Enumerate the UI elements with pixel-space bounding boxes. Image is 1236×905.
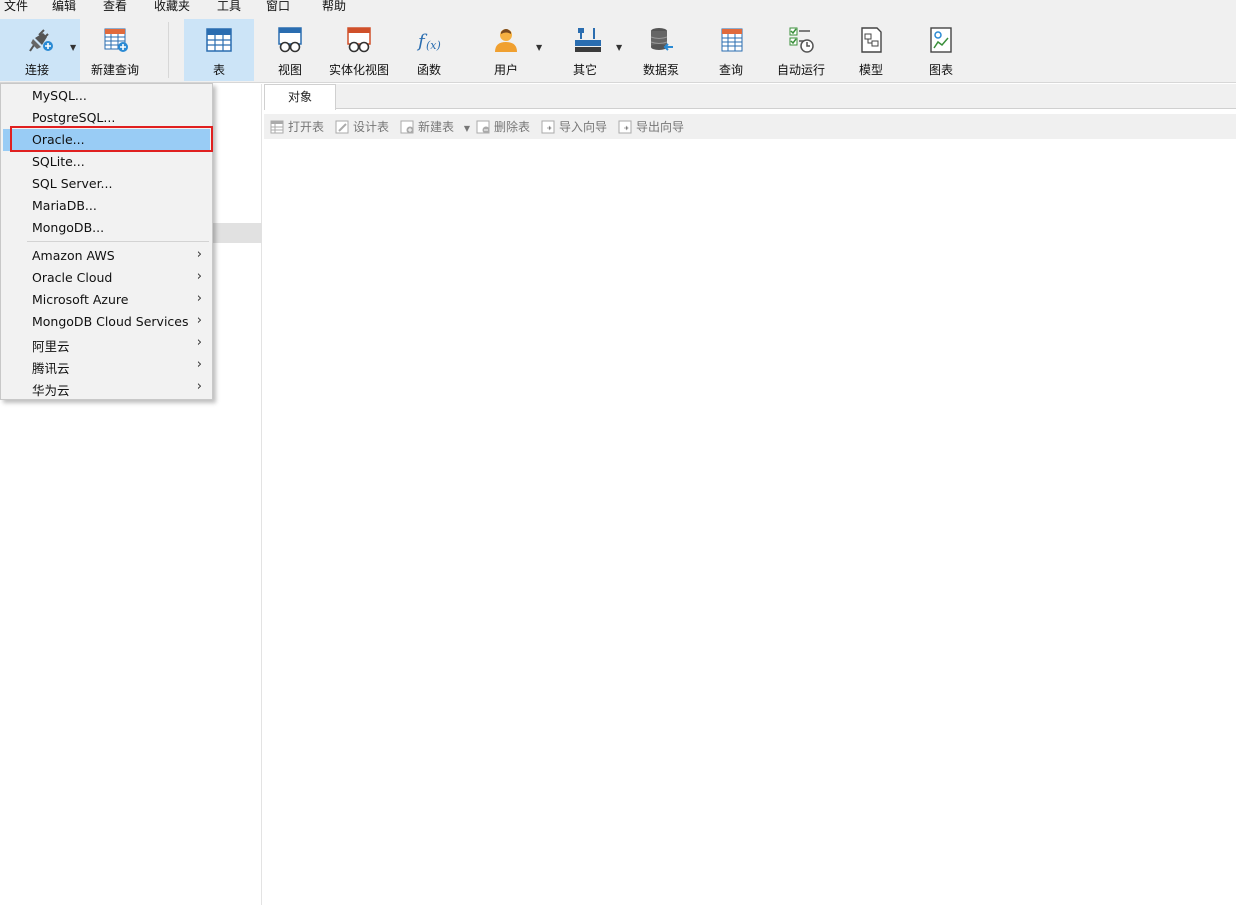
new-query-icon (104, 28, 128, 52)
model-label: 模型 (858, 63, 883, 77)
submenu-arrow-icon: › (196, 247, 202, 262)
table-label: 表 (212, 63, 225, 77)
function-icon: f (x) (416, 31, 441, 52)
plug-icon (29, 29, 53, 52)
datapump-button[interactable]: 数据泵 (638, 19, 684, 81)
menu-window[interactable]: 窗口 (266, 0, 290, 14)
toolbar-separator (168, 22, 169, 78)
delete-table-label: 删除表 (494, 120, 531, 134)
design-table-button[interactable]: 设计表 (335, 118, 389, 136)
user-dropdown-icon[interactable]: ▼ (536, 43, 542, 52)
menu-item-mongodb[interactable]: MongoDB... (3, 217, 210, 239)
new-table-icon (400, 120, 414, 134)
submenu-arrow-icon: › (196, 357, 202, 372)
delete-table-button[interactable]: 删除表 (476, 118, 530, 136)
export-wizard-button[interactable]: 导出向导 (618, 118, 684, 136)
tab-strip: 对象 (264, 84, 1236, 110)
menu-item-amazon-aws[interactable]: Amazon AWS › (3, 245, 210, 267)
menu-item-mysql[interactable]: MySQL... (3, 85, 210, 107)
export-wizard-label: 导出向导 (636, 120, 685, 134)
other-dropdown-icon[interactable]: ▼ (616, 43, 622, 52)
import-wizard-icon (541, 120, 555, 134)
menu-item-mongodb-cloud[interactable]: MongoDB Cloud Services › (3, 311, 210, 333)
view-button[interactable]: 视图 (262, 19, 318, 81)
new-table-label: 新建表 (418, 120, 455, 134)
delete-table-icon (476, 120, 490, 134)
connect-dropdown-icon[interactable]: ▼ (70, 43, 76, 52)
import-wizard-label: 导入向导 (559, 120, 608, 134)
menu-item-sqlite[interactable]: SQLite... (3, 151, 210, 173)
menu-item-oracle-cloud[interactable]: Oracle Cloud › (3, 267, 210, 289)
table-icon (206, 28, 232, 52)
view-icon (278, 27, 302, 53)
chart-icon (930, 27, 952, 53)
menu-bar: 文件 编辑 查看 收藏夹 工具 窗口 帮助 (0, 0, 1236, 14)
automation-button[interactable]: 自动运行 (774, 19, 828, 81)
other-button[interactable]: ▼ 其它 (562, 19, 628, 81)
connect-button[interactable]: ▼ 连接 (0, 19, 80, 81)
automation-label: 自动运行 (776, 63, 825, 77)
menu-item-aliyun[interactable]: 阿里云 › (3, 333, 210, 355)
model-icon (861, 27, 882, 53)
datapump-label: 数据泵 (642, 63, 679, 77)
function-button[interactable]: f (x) 函数 (402, 19, 456, 81)
materialized-view-button[interactable]: 实体化视图 (326, 19, 392, 81)
menu-separator (27, 241, 209, 242)
database-pump-icon (650, 28, 673, 51)
new-query-label: 新建查询 (90, 63, 139, 77)
user-label: 用户 (493, 63, 518, 77)
menu-file[interactable]: 文件 (4, 0, 28, 14)
object-content-area[interactable] (264, 139, 1236, 905)
new-table-button[interactable]: 新建表 ▼ (400, 118, 470, 136)
query-icon (721, 28, 743, 52)
submenu-arrow-icon: › (196, 269, 202, 284)
table-button[interactable]: 表 (184, 19, 254, 81)
menu-tools[interactable]: 工具 (217, 0, 241, 14)
model-button[interactable]: 模型 (848, 19, 894, 81)
chart-label: 图表 (928, 63, 953, 77)
menu-item-sqlserver[interactable]: SQL Server... (3, 173, 210, 195)
submenu-arrow-icon: › (196, 379, 202, 394)
materialized-view-label: 实体化视图 (328, 63, 389, 77)
other-label: 其它 (572, 63, 597, 77)
svg-text:(x): (x) (426, 39, 441, 52)
import-wizard-button[interactable]: 导入向导 (541, 118, 607, 136)
connect-dropdown-menu: MySQL... PostgreSQL... Oracle... SQLite.… (0, 83, 213, 400)
submenu-arrow-icon: › (196, 335, 202, 350)
function-label: 函数 (416, 63, 441, 77)
main-toolbar: ▼ 连接 新建查询 表 视图 实体化视图 f (x) 函数 ▼ 用户 ▼ 其它 … (0, 14, 1236, 83)
user-icon (495, 29, 517, 52)
menu-view[interactable]: 查看 (103, 0, 127, 14)
tools-icon (575, 28, 601, 52)
menu-favorites[interactable]: 收藏夹 (154, 0, 190, 14)
chart-button[interactable]: 图表 (918, 19, 964, 81)
new-table-dropdown-icon[interactable]: ▼ (464, 124, 470, 133)
submenu-arrow-icon: › (196, 291, 202, 306)
menu-item-tencent-cloud[interactable]: 腾讯云 › (3, 355, 210, 377)
open-table-label: 打开表 (288, 120, 325, 134)
menu-item-huawei-cloud[interactable]: 华为云 › (3, 377, 210, 399)
menu-help[interactable]: 帮助 (322, 0, 346, 14)
open-table-icon (270, 120, 284, 134)
query-label: 查询 (718, 63, 743, 77)
export-wizard-icon (618, 120, 632, 134)
materialized-view-icon (347, 27, 371, 53)
design-table-label: 设计表 (353, 120, 390, 134)
query-button[interactable]: 查询 (708, 19, 754, 81)
design-table-icon (335, 120, 349, 134)
highlight-box (10, 126, 213, 152)
menu-edit[interactable]: 编辑 (52, 0, 76, 14)
user-button[interactable]: ▼ 用户 (480, 19, 550, 81)
object-toolbar: 打开表 设计表 新建表 ▼ 删除表 导入向导 导出向导 (264, 114, 1236, 139)
new-query-button[interactable]: 新建查询 (86, 19, 144, 81)
connect-label: 连接 (24, 63, 49, 77)
submenu-arrow-icon: › (196, 313, 202, 328)
open-table-button[interactable]: 打开表 (270, 118, 324, 136)
view-label: 视图 (277, 63, 302, 77)
menu-item-mariadb[interactable]: MariaDB... (3, 195, 210, 217)
tab-objects[interactable]: 对象 (264, 84, 336, 110)
automation-icon (789, 27, 814, 53)
menu-item-microsoft-azure[interactable]: Microsoft Azure › (3, 289, 210, 311)
